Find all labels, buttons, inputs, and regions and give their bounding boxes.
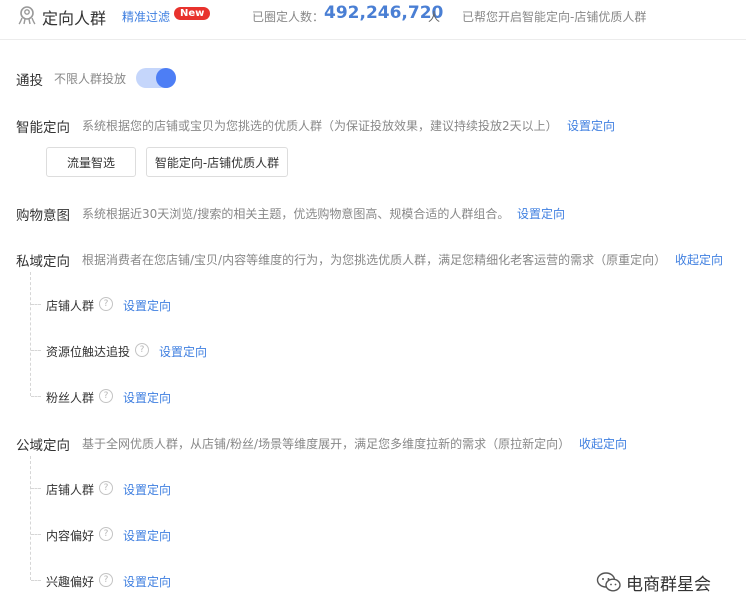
public-desc: 基于全网优质人群，从店铺/粉丝/场景等维度展开，满足您多维度拉新的需求（原拉新定… <box>82 437 571 451</box>
private-item-fans-set[interactable]: 设置定向 <box>123 389 171 406</box>
private-item-shop-set[interactable]: 设置定向 <box>123 297 171 314</box>
count-label: 已圈定人数： <box>252 10 325 24</box>
shopping-set-link[interactable]: 设置定向 <box>517 205 565 222</box>
chip-traffic-select[interactable]: 流量智选 <box>46 147 136 177</box>
count-unit: 人 <box>428 10 441 24</box>
tree-branch <box>31 350 41 351</box>
help-icon[interactable]: ? <box>99 389 113 403</box>
tree-branch <box>31 396 41 397</box>
new-badge: New <box>174 7 211 20</box>
general-toggle[interactable] <box>136 68 176 88</box>
public-item-interest-label: 兴趣偏好 <box>46 575 95 589</box>
public-item-content-label: 内容偏好 <box>46 529 95 543</box>
smart-desc: 系统根据您的店铺或宝贝为您挑选的优质人群（为保证投放效果，建议持续投放2天以上） <box>82 119 558 133</box>
private-tree-line <box>30 272 31 396</box>
tree-branch <box>31 304 41 305</box>
general-desc: 不限人群投放 <box>54 72 127 86</box>
private-desc: 根据消费者在您店铺/宝贝/内容等维度的行为，为您挑选优质人群，满足您精细化老客运… <box>82 253 667 267</box>
wechat-icon <box>596 571 622 593</box>
page-title: 定向人群 <box>42 9 107 28</box>
toggle-knob <box>156 68 176 88</box>
audience-count: 492,246,720 <box>324 3 444 23</box>
tree-branch <box>31 534 41 535</box>
watermark-text: 电商群星会 <box>626 575 711 595</box>
smart-label: 智能定向 <box>16 120 70 136</box>
private-item-shop-label: 店铺人群 <box>46 299 95 313</box>
smart-set-link[interactable]: 设置定向 <box>567 117 615 134</box>
help-icon[interactable]: ? <box>99 573 113 587</box>
help-icon[interactable]: ? <box>99 527 113 541</box>
help-icon[interactable]: ? <box>135 343 149 357</box>
header-divider <box>0 39 746 40</box>
private-collapse-link[interactable]: 收起定向 <box>675 251 723 268</box>
header-logo-icon <box>16 4 38 26</box>
help-icon[interactable]: ? <box>99 297 113 311</box>
public-item-shop-label: 店铺人群 <box>46 483 95 497</box>
private-item-resource-set[interactable]: 设置定向 <box>159 343 207 360</box>
tree-branch <box>31 580 41 581</box>
general-label: 通投 <box>16 73 43 89</box>
tree-branch <box>31 488 41 489</box>
public-item-shop-set[interactable]: 设置定向 <box>123 481 171 498</box>
public-item-content-set[interactable]: 设置定向 <box>123 527 171 544</box>
private-item-fans-label: 粉丝人群 <box>46 391 95 405</box>
help-icon[interactable]: ? <box>99 481 113 495</box>
public-collapse-link[interactable]: 收起定向 <box>579 435 627 452</box>
shopping-label: 购物意图 <box>16 208 70 224</box>
public-tree-line <box>30 456 31 580</box>
private-label: 私域定向 <box>16 254 70 270</box>
precise-filter-link[interactable]: 精准过滤 <box>122 8 170 25</box>
smart-enabled-note: 已帮您开启智能定向-店铺优质人群 <box>462 10 647 24</box>
shopping-desc: 系统根据近30天浏览/搜索的相关主题，优选购物意图高、规模合适的人群组合。 <box>82 207 510 221</box>
private-item-resource-label: 资源位触达追投 <box>46 345 131 359</box>
public-label: 公域定向 <box>16 438 70 454</box>
public-item-interest-set[interactable]: 设置定向 <box>123 573 171 590</box>
chip-smart-shop-audience[interactable]: 智能定向-店铺优质人群 <box>146 147 288 177</box>
